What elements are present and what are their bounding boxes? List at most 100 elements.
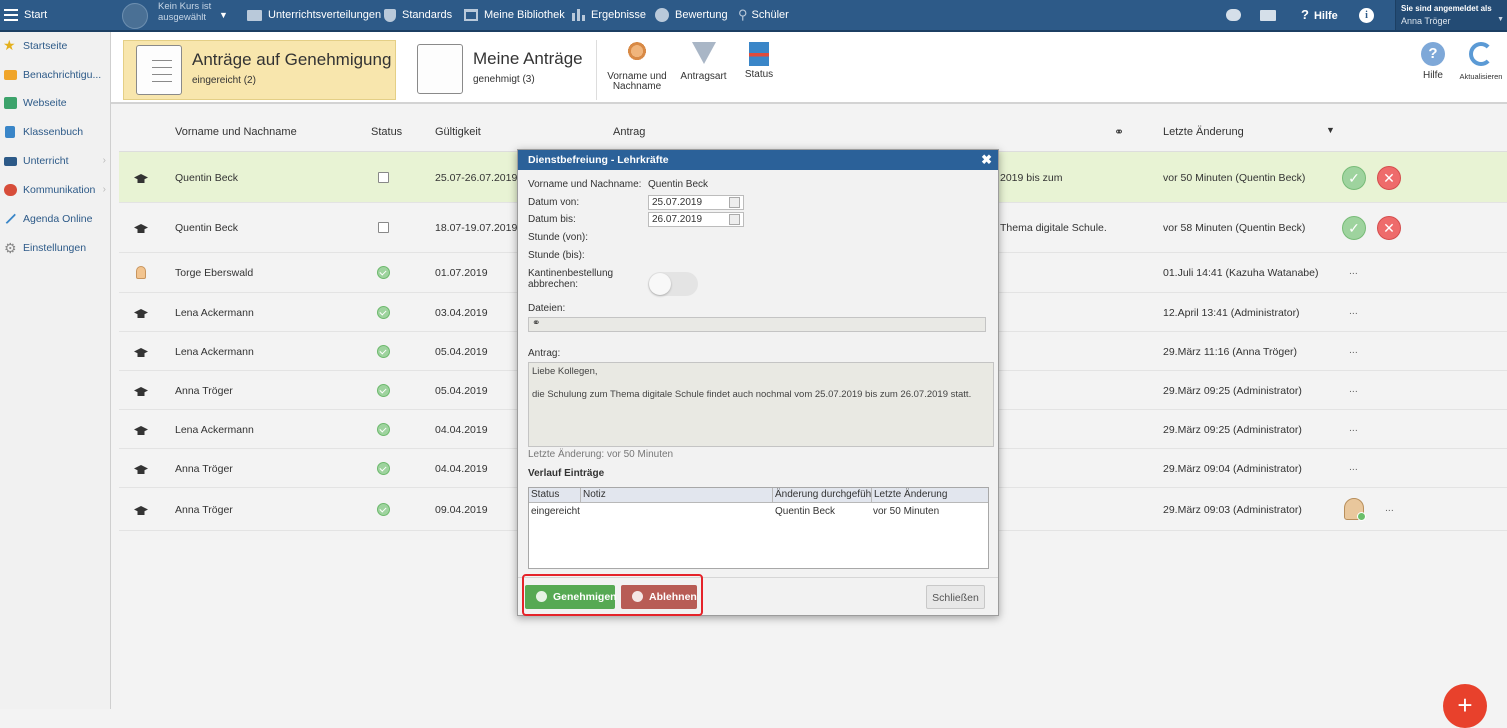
approved-status-icon: [377, 306, 390, 319]
sort-down-icon[interactable]: ▼: [1326, 125, 1335, 135]
funnel-icon: [691, 42, 716, 64]
sidebar-item-label: Startseite: [23, 40, 68, 52]
sidebar-item-benachrichtigungen[interactable]: Benachrichtigu...: [0, 61, 110, 89]
date-from-value: 25.07.2019: [652, 197, 703, 208]
close-button[interactable]: Schließen: [926, 585, 985, 609]
row-last-change: vor 58 Minuten (Quentin Beck): [1163, 222, 1306, 234]
row-validity: 05.04.2019: [435, 346, 488, 358]
history-header-last-change[interactable]: Letzte Änderung: [872, 488, 988, 503]
nav-label: Meine Bibliothek: [484, 9, 565, 21]
row-more-button[interactable]: ...: [1349, 344, 1358, 356]
top-navigation-bar: Start Kein Kurs ist ausgewählt ▼ Unterri…: [0, 0, 1507, 32]
envelope-icon: [4, 70, 17, 80]
start-menu-button[interactable]: Start: [4, 0, 47, 30]
tab-requests-for-approval[interactable]: Anträge auf Genehmigung eingereicht (2): [123, 40, 396, 100]
nav-unterrichtsverteilungen[interactable]: Unterrichtsverteilungen: [247, 0, 381, 30]
sidebar-item-label: Agenda Online: [23, 213, 93, 225]
online-status-icon: [1357, 512, 1366, 521]
calendar-icon[interactable]: [729, 197, 740, 208]
help-menu-button[interactable]: ? Hilfe: [1301, 0, 1338, 30]
name-value: Quentin Beck: [648, 179, 709, 190]
calendar-icon[interactable]: [729, 214, 740, 225]
column-header-last-change[interactable]: Letzte Änderung: [1163, 126, 1244, 138]
row-more-button[interactable]: ...: [1349, 305, 1358, 317]
gear-icon: ⚙: [4, 240, 17, 256]
graduation-cap-icon: [134, 348, 148, 357]
column-header-validity[interactable]: Gültigkeit: [435, 126, 481, 138]
close-icon[interactable]: ✖: [981, 150, 992, 170]
row-name: Torge Eberswald: [175, 267, 254, 279]
history-cell-status: eingereicht: [531, 506, 580, 517]
nav-meine-bibliothek[interactable]: Meine Bibliothek: [464, 0, 565, 30]
files-field[interactable]: ⚭: [528, 317, 986, 332]
nav-standards[interactable]: Standards: [384, 0, 452, 30]
nav-schueler[interactable]: ⚲ Schüler: [738, 0, 789, 30]
approved-status-icon: [377, 384, 390, 397]
filter-name[interactable]: Vorname und Nachname: [606, 42, 668, 92]
user-menu[interactable]: Sie sind angemeldet als Anna Tröger ▼: [1395, 0, 1507, 30]
column-header-name[interactable]: Vorname und Nachname: [175, 126, 297, 138]
sidebar-item-label: Webseite: [23, 97, 67, 109]
filter-status[interactable]: Status: [739, 42, 779, 80]
row-more-button[interactable]: ...: [1385, 502, 1394, 514]
history-header-changed-by[interactable]: Änderung durchgeführt: [773, 488, 872, 503]
date-to-label: Datum bis:: [528, 214, 576, 225]
chat-button[interactable]: [1226, 0, 1241, 30]
row-name: Lena Ackermann: [175, 346, 254, 358]
dialog-footer: Genehmigen Ablehnen Schließen: [518, 574, 998, 616]
dialog-title-bar: Dienstbefreiung - Lehrkräfte ✖: [518, 150, 998, 170]
row-approve-button[interactable]: ✓: [1342, 166, 1366, 190]
sidebar-item-klassenbuch[interactable]: Klassenbuch: [0, 118, 110, 146]
column-header-status[interactable]: Status: [371, 126, 402, 138]
history-cell-last-change: vor 50 Minuten: [873, 506, 940, 517]
info-button[interactable]: i: [1359, 0, 1374, 30]
row-reject-button[interactable]: ✕: [1377, 216, 1401, 240]
sidebar-item-startseite[interactable]: ★ Startseite: [0, 32, 110, 60]
filter-label: Antragsart: [680, 71, 727, 82]
sidebar-item-webseite[interactable]: Webseite: [0, 89, 110, 117]
history-header-note[interactable]: Notiz: [581, 488, 773, 503]
sidebar-item-einstellungen[interactable]: ⚙ Einstellungen: [0, 234, 110, 262]
refresh-button[interactable]: Aktualisieren: [1458, 42, 1504, 81]
column-header-request[interactable]: Antrag: [613, 126, 645, 138]
document-list-icon: [136, 45, 182, 95]
chat-icon: [1226, 9, 1241, 22]
sidebar-item-kommunikation[interactable]: Kommunikation ›: [0, 176, 110, 204]
row-reject-button[interactable]: ✕: [1377, 166, 1401, 190]
graduation-cap-icon: [134, 174, 148, 183]
row-last-change: 29.März 09:25 (Administrator): [1163, 424, 1302, 436]
sidebar-item-unterricht[interactable]: Unterricht ›: [0, 147, 110, 175]
approved-status-icon: [377, 345, 390, 358]
link-icon: ⚭: [1114, 125, 1125, 139]
nav-ergebnisse[interactable]: Ergebnisse: [572, 0, 646, 30]
reject-button[interactable]: Ablehnen: [621, 585, 697, 609]
row-more-button[interactable]: ...: [1349, 461, 1358, 473]
history-header-status[interactable]: Status: [529, 488, 581, 503]
row-name: Quentin Beck: [175, 172, 239, 184]
request-textarea[interactable]: Liebe Kollegen, die Schulung zum Thema d…: [528, 362, 994, 447]
row-more-button[interactable]: ...: [1349, 422, 1358, 434]
pending-status-icon: [378, 222, 389, 233]
date-to-field[interactable]: 26.07.2019: [648, 212, 744, 227]
nav-bewertung[interactable]: Bewertung: [655, 0, 728, 30]
approve-button[interactable]: Genehmigen: [525, 585, 617, 609]
course-selector[interactable]: Kein Kurs ist ausgewählt ▼: [120, 0, 230, 30]
pending-status-icon: [378, 172, 389, 183]
row-request: Thema digitale Schule.: [1000, 222, 1107, 234]
date-from-field[interactable]: 25.07.2019: [648, 195, 744, 210]
row-more-button[interactable]: ...: [1349, 383, 1358, 395]
add-fab-button[interactable]: +: [1443, 684, 1487, 728]
filter-request-type[interactable]: Antragsart: [676, 42, 731, 82]
question-icon: ?: [1301, 7, 1309, 22]
dialog-title: Dienstbefreiung - Lehrkräfte: [528, 154, 669, 166]
canteen-cancel-toggle[interactable]: [648, 272, 698, 296]
help-button[interactable]: ? Hilfe: [1420, 42, 1446, 81]
help-label: Hilfe: [1313, 10, 1338, 22]
sidebar-item-agenda-online[interactable]: Agenda Online: [0, 205, 110, 233]
row-request: 2019 bis zum: [1000, 172, 1063, 184]
row-more-button[interactable]: ...: [1349, 265, 1358, 277]
plus-icon: +: [1457, 690, 1473, 720]
tab-my-requests[interactable]: Meine Anträge genehmigt (3): [405, 40, 595, 100]
row-approve-button[interactable]: ✓: [1342, 216, 1366, 240]
mail-button[interactable]: [1260, 0, 1276, 30]
